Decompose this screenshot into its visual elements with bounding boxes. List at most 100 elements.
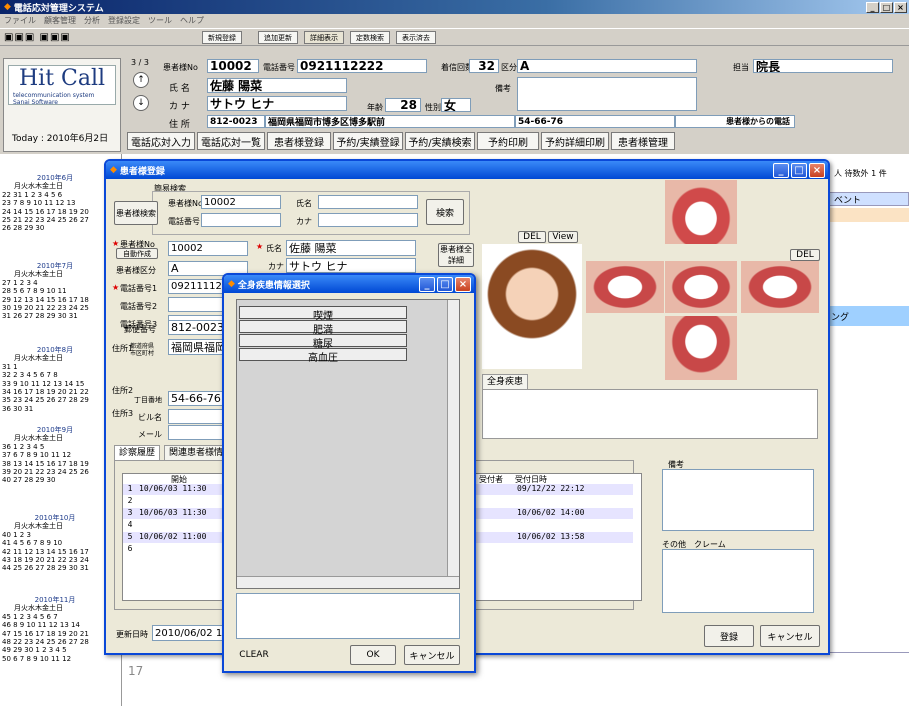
list-item[interactable]: 高血圧 <box>239 348 407 364</box>
cancel-button[interactable]: キャンセル <box>760 625 820 647</box>
ok-button[interactable]: OK <box>350 645 396 665</box>
month-title: 2010年7月 <box>36 262 74 270</box>
tab-history[interactable]: 診察履歴 <box>114 445 161 460</box>
reg-kana-input[interactable]: サトウ ヒナ <box>286 258 416 273</box>
nav-call-input[interactable]: 電話応対入力 <box>127 132 195 150</box>
list-item[interactable]: 喫煙 <box>239 306 407 322</box>
biko-textarea[interactable] <box>662 469 814 531</box>
display-button[interactable]: 表示済去 <box>396 31 436 44</box>
menu-file[interactable]: ファイル <box>4 15 36 27</box>
menu-analysis[interactable]: 分析 <box>84 15 100 27</box>
event-item[interactable]: ング <box>827 306 909 326</box>
minimize-icon[interactable]: _ <box>773 162 789 178</box>
search-kana-input[interactable] <box>318 213 418 227</box>
dialog-cancel-button[interactable]: キャンセル <box>404 645 460 665</box>
week-row: 40 1 2 3 <box>2 530 31 539</box>
week-row: 39 20 21 22 23 24 25 26 <box>2 468 89 477</box>
reg-name-input[interactable]: 佐藤 陽菜 <box>286 240 416 256</box>
save-button[interactable]: 登録 <box>704 625 754 647</box>
search-no-input[interactable]: 10002 <box>201 195 281 209</box>
patient-detail-button[interactable]: 患者様全詳細 <box>438 243 474 267</box>
waiting-status: 人 待数外 1 件 <box>834 169 887 178</box>
minimize-icon[interactable]: _ <box>419 276 435 292</box>
menu-help[interactable]: ヘルプ <box>180 15 204 27</box>
horizontal-scrollbar[interactable] <box>237 576 459 588</box>
bldg-input[interactable] <box>168 409 230 424</box>
row-num: 5 <box>127 532 133 541</box>
add-update-button[interactable]: 追加更新 <box>258 31 298 44</box>
reload-button[interactable]: 定数検索 <box>350 31 390 44</box>
patient-kana: サトウ ヒナ <box>207 96 347 111</box>
dialog-app-icon: ◆ <box>228 279 235 289</box>
close-icon[interactable]: × <box>455 276 471 292</box>
logo-box: Hit Call telecommunication system Sanai … <box>8 65 116 106</box>
calendar-month[interactable]: 2010年10月 月火水木金土日 40 1 2 3 41 4 5 6 7 8 9… <box>2 514 108 573</box>
maximize-icon[interactable]: □ <box>791 162 807 178</box>
nav-patient-manage[interactable]: 患者様管理 <box>611 132 675 150</box>
tel2-input[interactable] <box>168 297 230 312</box>
clear-button[interactable]: CLEAR <box>234 647 274 663</box>
nav-reserve-reg[interactable]: 予約/実績登録 <box>333 132 403 150</box>
disease-tab[interactable]: 全身疾患 <box>482 374 529 389</box>
view-photo-button[interactable]: View <box>548 231 578 243</box>
list-item[interactable]: 肥満 <box>239 320 407 336</box>
prev-arrow-icon[interactable]: ↑ <box>133 72 149 88</box>
list-item[interactable]: 糖尿 <box>239 334 407 350</box>
close-icon[interactable]: × <box>894 1 907 13</box>
calendar-month[interactable]: 2010年6月 月火水木金土日 22 31 1 2 3 4 5 6 23 7 8… <box>2 174 108 233</box>
menu-tools[interactable]: ツール <box>148 15 172 27</box>
week-row: 25 21 22 23 24 25 26 27 <box>2 216 89 225</box>
del-teeth-button[interactable]: DEL <box>790 249 820 261</box>
dialog-textarea[interactable] <box>236 593 460 639</box>
new-button[interactable]: 新規登録 <box>202 31 242 44</box>
patient-search-button[interactable]: 患者様検索 <box>114 201 158 225</box>
month-title: 2010年6月 <box>36 174 74 182</box>
logo-title: Hit Call <box>19 66 106 91</box>
close-icon[interactable]: × <box>809 162 825 178</box>
reg-no-input[interactable]: 10002 <box>168 241 248 256</box>
patient-tel: 0921112222 <box>297 59 427 73</box>
calendar-month[interactable]: 2010年8月 月火水木金土日 31 1 32 2 3 4 5 6 7 8 33… <box>2 346 108 413</box>
del-photo-button[interactable]: DEL <box>518 231 546 243</box>
maximize-icon[interactable]: □ <box>880 1 893 13</box>
toolbar-icons[interactable]: ▣▣▣ ▣▣▣ <box>4 32 71 43</box>
event-row-orange <box>827 208 909 222</box>
nav-reserve-search[interactable]: 予約/実績検索 <box>405 132 475 150</box>
tel1-input[interactable]: 0921111222 <box>168 279 230 294</box>
menu-customer[interactable]: 顧客管理 <box>44 15 76 27</box>
search-button[interactable]: 検索 <box>426 199 464 225</box>
sex-label: 性別 <box>425 103 441 112</box>
next-arrow-icon[interactable]: ↓ <box>133 95 149 111</box>
app-icon: ◆ <box>4 2 11 12</box>
teeth-photo-top <box>665 180 737 244</box>
maximize-icon[interactable]: □ <box>437 276 453 292</box>
calendar-month[interactable]: 2010年7月 月火水木金土日 27 1 2 3 4 28 5 6 7 8 9 … <box>2 262 108 321</box>
chome-label: 丁目番地 <box>134 396 162 404</box>
chome-input[interactable]: 54-66-76 <box>168 391 230 406</box>
week-row: 50 6 7 8 9 10 11 12 <box>2 654 72 663</box>
logo-sub1: telecommunication system <box>13 92 95 99</box>
menu-settings[interactable]: 登録設定 <box>108 15 140 27</box>
vertical-scrollbar[interactable] <box>447 300 459 576</box>
mail-input[interactable] <box>168 425 230 440</box>
calendar-month[interactable]: 2010年11月 月火水木金土日 45 1 2 3 4 5 6 7 46 8 9… <box>2 596 108 663</box>
week-row: 31 26 27 28 29 30 31 <box>2 312 78 321</box>
addr1-input[interactable]: 福岡県福岡 <box>168 339 230 355</box>
dow-row: 月火水木金土日 <box>14 604 63 613</box>
auto-create-button[interactable]: 自動作成 <box>116 248 158 259</box>
nav-call-list[interactable]: 電話応対一覧 <box>197 132 265 150</box>
search-tel-input[interactable] <box>201 213 281 227</box>
nav-patient-reg[interactable]: 患者様登録 <box>267 132 331 150</box>
week-row: 35 23 24 25 26 27 28 29 <box>2 396 89 405</box>
teeth-photo-center <box>665 261 737 313</box>
nav-reserve-print[interactable]: 予約印刷 <box>477 132 539 150</box>
detail-button[interactable]: 詳細表示 <box>304 31 344 44</box>
search-name-input[interactable] <box>318 195 418 209</box>
nav-reserve-detail-print[interactable]: 予約詳細印刷 <box>541 132 609 150</box>
calendar-month[interactable]: 2010年9月 月火水木金土日 36 1 2 3 4 5 37 6 7 8 9 … <box>2 426 108 485</box>
dow-row: 月火水木金土日 <box>14 182 63 191</box>
dow-row: 月火水木金土日 <box>14 522 63 531</box>
zip-input[interactable]: 812-0023 <box>168 320 230 335</box>
minimize-icon[interactable]: _ <box>866 1 879 13</box>
other-textarea[interactable] <box>662 549 814 613</box>
